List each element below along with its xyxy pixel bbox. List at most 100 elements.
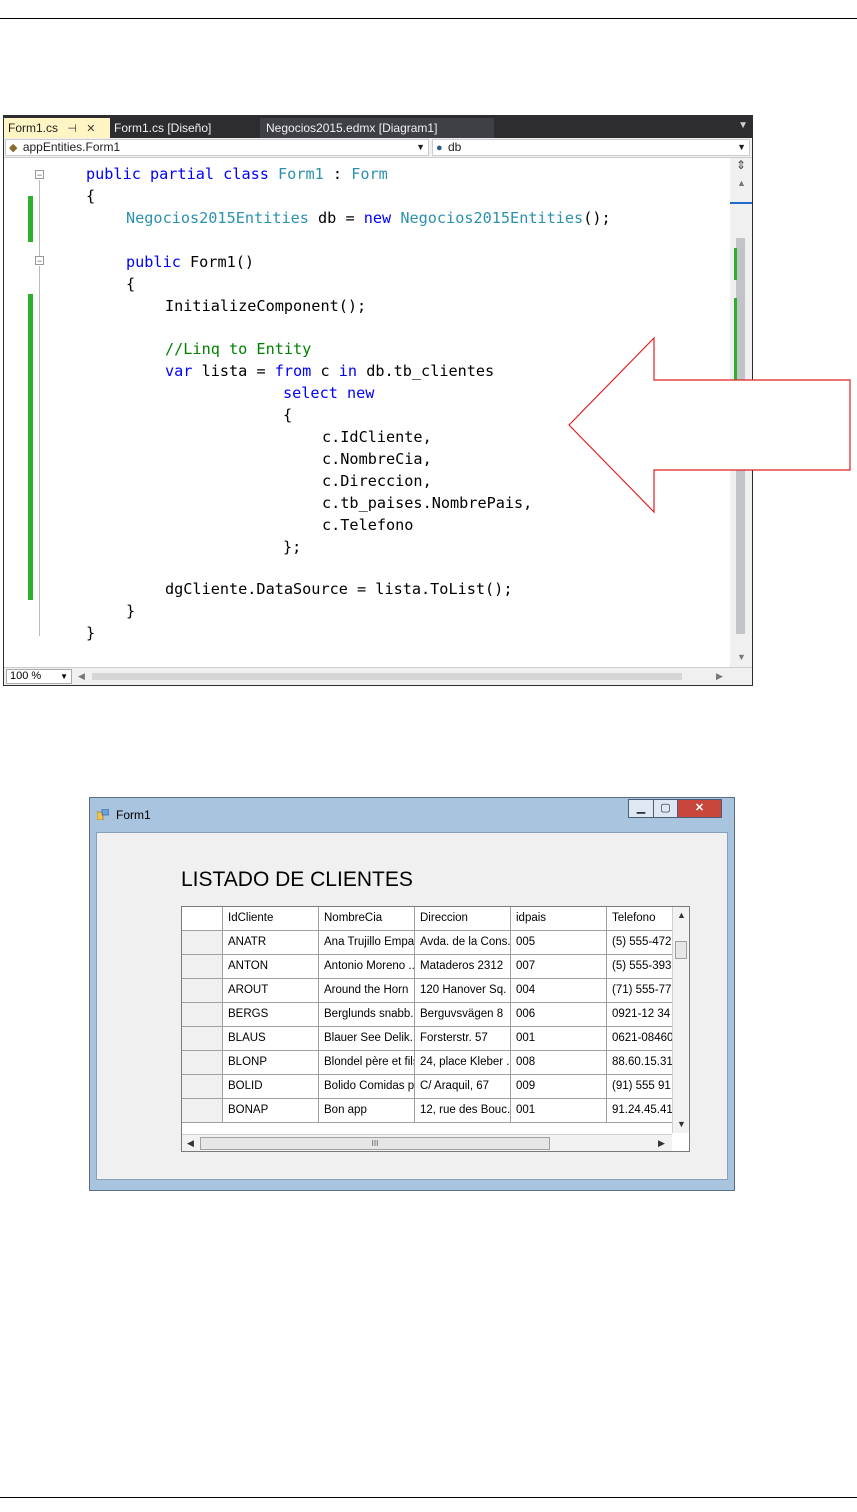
collapse-method-icon[interactable]: −: [35, 256, 44, 266]
table-row[interactable]: ANTON Antonio Moreno ... Mataderos 2312 007…: [182, 955, 673, 979]
table-row[interactable]: ANATR Ana Trujillo Empa... Avda. de la Con…: [182, 931, 673, 955]
close-icon[interactable]: ✕: [86, 123, 95, 135]
row-header[interactable]: [182, 1099, 223, 1123]
column-header[interactable]: NombreCia: [319, 907, 415, 931]
grid-vertical-scrollbar[interactable]: ▲ ▼: [672, 907, 689, 1133]
table-cell[interactable]: Bolido Comidas p...: [319, 1075, 415, 1099]
clientes-datagridview[interactable]: IdCliente NombreCia Direccion idpais Tel…: [181, 906, 690, 1152]
code-line-9: //Linq to Entity: [165, 340, 312, 358]
type-navigation-dropdown[interactable]: ◆ appEntities.Form1 ▼: [5, 139, 429, 156]
table-cell[interactable]: 120 Hanover Sq.: [415, 979, 511, 1003]
table-cell[interactable]: 001: [511, 1099, 607, 1123]
table-cell[interactable]: Avda. de la Cons...: [415, 931, 511, 955]
editor-bottom-bar: 100 % ▼ ◀ ▶: [4, 667, 752, 685]
member-navigation-dropdown[interactable]: ● db ▼: [432, 139, 750, 156]
form-app-icon: [97, 809, 109, 820]
scroll-down-icon[interactable]: ▼: [737, 652, 746, 662]
navigation-bar: ◆ appEntities.Form1 ▼ ● db ▼: [4, 138, 752, 158]
outline-line: [39, 266, 40, 636]
maximize-button[interactable]: ▢: [653, 799, 678, 818]
column-header[interactable]: IdCliente: [223, 907, 319, 931]
scroll-right-icon[interactable]: ▶: [716, 671, 723, 682]
table-row[interactable]: BERGS Berglunds snabb... Berguvsvägen 8 006…: [182, 1003, 673, 1027]
zoom-dropdown[interactable]: 100 % ▼: [6, 669, 72, 684]
form-heading-label: LISTADO DE CLIENTES: [181, 868, 413, 891]
row-header[interactable]: [182, 1027, 223, 1051]
table-cell[interactable]: Forsterstr. 57: [415, 1027, 511, 1051]
table-cell[interactable]: C/ Araquil, 67: [415, 1075, 511, 1099]
scroll-up-icon[interactable]: ▲: [737, 178, 746, 188]
table-cell[interactable]: AROUT: [223, 979, 319, 1003]
tab-form1-cs[interactable]: Form1.cs ⊣ ✕: [4, 118, 110, 138]
table-cell[interactable]: 009: [511, 1075, 607, 1099]
scroll-up-icon[interactable]: ▲: [677, 910, 686, 920]
row-header[interactable]: [182, 979, 223, 1003]
table-cell[interactable]: BLAUS: [223, 1027, 319, 1051]
table-cell[interactable]: Blauer See Delik...: [319, 1027, 415, 1051]
table-cell[interactable]: BONAP: [223, 1099, 319, 1123]
document-tab-strip: Form1.cs ⊣ ✕ Form1.cs [Diseño] Negocios2…: [4, 116, 752, 138]
tab-overflow-dropdown-icon[interactable]: ▼: [738, 120, 748, 131]
table-row[interactable]: BLONP Blondel père et fils 24, place Klebe…: [182, 1051, 673, 1075]
table-row[interactable]: BLAUS Blauer See Delik... Forsterstr. 57 00…: [182, 1027, 673, 1051]
scroll-left-icon[interactable]: ◀: [78, 671, 85, 682]
column-header[interactable]: idpais: [511, 907, 607, 931]
scroll-right-icon[interactable]: ▶: [658, 1138, 665, 1149]
table-cell[interactable]: 0921-12 34 6: [607, 1003, 673, 1027]
table-cell[interactable]: 12, rue des Bouc...: [415, 1099, 511, 1123]
collapse-class-icon[interactable]: −: [35, 170, 44, 180]
table-cell[interactable]: ANTON: [223, 955, 319, 979]
code-line-20: dgCliente.DataSource = lista.ToList();: [165, 580, 513, 598]
row-header[interactable]: [182, 1003, 223, 1027]
row-header[interactable]: [182, 931, 223, 955]
table-cell[interactable]: BOLID: [223, 1075, 319, 1099]
table-cell[interactable]: 007: [511, 955, 607, 979]
table-cell[interactable]: Bon app: [319, 1099, 415, 1123]
close-button[interactable]: ✕: [677, 799, 722, 818]
table-cell[interactable]: ANATR: [223, 931, 319, 955]
table-cell[interactable]: 88.60.15.31: [607, 1051, 673, 1075]
tab-form1-design[interactable]: Form1.cs [Diseño]: [110, 118, 260, 138]
tab-edmx-diagram[interactable]: Negocios2015.edmx [Diagram1]: [260, 118, 494, 138]
table-cell[interactable]: 91.24.45.41: [607, 1099, 673, 1123]
table-cell[interactable]: (5) 555-4729: [607, 931, 673, 955]
table-cell[interactable]: Berguvsvägen 8: [415, 1003, 511, 1027]
row-header[interactable]: [182, 955, 223, 979]
minimize-button[interactable]: ▁: [628, 799, 654, 818]
scroll-thumb[interactable]: [675, 941, 687, 959]
table-cell[interactable]: 008: [511, 1051, 607, 1075]
horizontal-scroll-thumb[interactable]: III: [200, 1137, 550, 1150]
table-row[interactable]: BONAP Bon app 12, rue des Bouc... 001 91.24.…: [182, 1099, 673, 1123]
table-cell[interactable]: (5) 555-3932: [607, 955, 673, 979]
split-icon[interactable]: ⇕: [736, 158, 746, 172]
table-cell[interactable]: Mataderos 2312: [415, 955, 511, 979]
scroll-left-icon[interactable]: ◀: [187, 1138, 194, 1149]
table-cell[interactable]: Around the Horn: [319, 979, 415, 1003]
code-line-6: {: [126, 275, 136, 293]
table-cell[interactable]: Antonio Moreno ...: [319, 955, 415, 979]
table-cell[interactable]: Blondel père et fils: [319, 1051, 415, 1075]
table-cell[interactable]: Berglunds snabb...: [319, 1003, 415, 1027]
table-cell[interactable]: 006: [511, 1003, 607, 1027]
pin-icon[interactable]: ⊣: [67, 123, 77, 135]
row-header[interactable]: [182, 1075, 223, 1099]
table-cell[interactable]: (91) 555 91 9: [607, 1075, 673, 1099]
table-cell[interactable]: Ana Trujillo Empa...: [319, 931, 415, 955]
table-cell[interactable]: BLONP: [223, 1051, 319, 1075]
table-cell[interactable]: 005: [511, 931, 607, 955]
table-cell[interactable]: 004: [511, 979, 607, 1003]
table-cell[interactable]: BERGS: [223, 1003, 319, 1027]
horizontal-scroll-thumb[interactable]: [92, 673, 682, 680]
code-line-16: c.tb_paises.NombrePais,: [322, 494, 533, 512]
table-cell[interactable]: 001: [511, 1027, 607, 1051]
row-header[interactable]: [182, 1051, 223, 1075]
table-row[interactable]: BOLID Bolido Comidas p... C/ Araquil, 67 00…: [182, 1075, 673, 1099]
grid-horizontal-scrollbar[interactable]: ◀ III ▶: [182, 1134, 672, 1151]
table-cell[interactable]: 0621-08460: [607, 1027, 673, 1051]
table-cell[interactable]: (71) 555-778: [607, 979, 673, 1003]
column-header[interactable]: Direccion: [415, 907, 511, 931]
table-cell[interactable]: 24, place Kleber ...: [415, 1051, 511, 1075]
table-row[interactable]: AROUT Around the Horn 120 Hanover Sq. 004 (7…: [182, 979, 673, 1003]
scroll-down-icon[interactable]: ▼: [677, 1119, 686, 1129]
column-header[interactable]: Telefono: [607, 907, 673, 931]
